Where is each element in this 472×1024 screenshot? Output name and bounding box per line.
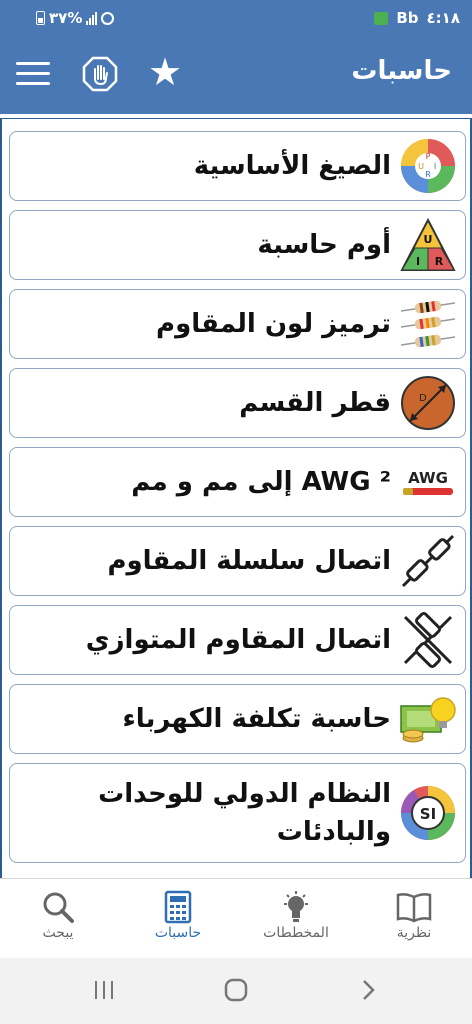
list-item-resistor-color-code[interactable]: ترميز لون المقاوم — [9, 289, 466, 359]
book-icon — [396, 893, 432, 923]
hand-stop-icon[interactable] — [82, 56, 118, 92]
status-right: Bb ٤:١٨ — [374, 9, 460, 27]
search-icon — [43, 892, 74, 923]
diameter-letter: D — [419, 393, 427, 404]
si-icon-text: SI — [420, 805, 436, 823]
status-left: ٣٧% — [36, 9, 115, 27]
list-item-label-line1: النظام الدولي للوحدات — [98, 779, 391, 809]
calculator-list[interactable]: P I R U الصيغ الأساسية U I R أوم حاسبة ت… — [0, 118, 472, 878]
status-time: ٤:١٨ — [426, 9, 460, 27]
bulb-icon — [284, 891, 308, 922]
carrier-badge: Bb — [396, 9, 419, 27]
formula-wheel-icon: P I R U — [401, 139, 455, 193]
list-item-label-line2: والبادئات — [276, 817, 391, 847]
series-resistor-icon — [401, 534, 455, 588]
formula-letter-u: U — [418, 162, 424, 171]
status-bar: ٣٧% Bb ٤:١٨ — [0, 0, 472, 36]
list-item-electricity-cost[interactable]: حاسبة تكلفة الكهرباء — [9, 684, 466, 754]
list-item-label: حاسبة تكلفة الكهرباء — [122, 704, 391, 734]
list-item-basic-formulas[interactable]: P I R U الصيغ الأساسية — [9, 131, 466, 201]
nav-item-diagrams[interactable]: المخططات — [246, 889, 346, 941]
nav-label-calculators: حاسبات — [154, 925, 202, 941]
signal-icon — [86, 11, 98, 25]
nav-label-search: يبحث — [42, 925, 74, 941]
si-units-icon: SI — [401, 786, 455, 840]
list-item-label: اتصال المقاوم المتوازي — [85, 625, 391, 655]
battery-percent: ٣٧% — [49, 9, 83, 27]
star-icon[interactable]: ★ — [148, 52, 182, 92]
ohm-triangle-icon: U I R — [400, 217, 456, 271]
list-item-series-resistors[interactable]: اتصال سلسلة المقاوم — [9, 526, 466, 596]
menu-icon[interactable] — [16, 62, 50, 88]
system-navigation-bar — [0, 958, 472, 1024]
list-item-label: AWG ² إلى مم و مم — [131, 467, 391, 497]
back-icon[interactable] — [356, 978, 380, 1002]
page-title: حاسبات — [351, 56, 452, 86]
awg-icon-text: AWG — [408, 469, 448, 487]
list-item-label: ترميز لون المقاوم — [156, 309, 391, 339]
formula-letter-r: R — [425, 170, 431, 179]
home-icon[interactable] — [224, 978, 248, 1002]
ohm-letter-u: U — [424, 233, 433, 246]
awg-cable-icon: AWG — [403, 469, 453, 495]
nav-label-theory: نظرية — [396, 925, 432, 941]
list-item-si-units[interactable]: SI النظام الدولي للوحدات والبادئات — [9, 763, 466, 863]
list-item-label: أوم حاسبة — [257, 230, 391, 260]
recent-apps-icon[interactable] — [92, 978, 116, 1002]
app-bar: ★ حاسبات — [0, 36, 472, 114]
battery-icon — [36, 11, 45, 25]
cross-section-diameter-icon: D — [401, 376, 455, 430]
list-item-section-diameter[interactable]: D قطر القسم — [9, 368, 466, 438]
list-item-parallel-resistors[interactable]: اتصال المقاوم المتوازي — [9, 605, 466, 675]
resistor-color-icon — [400, 300, 456, 348]
formula-letter-i: I — [434, 162, 436, 171]
list-item-ohm-calculator[interactable]: U I R أوم حاسبة — [9, 210, 466, 280]
electricity-cost-icon — [400, 697, 456, 743]
list-item-label: قطر القسم — [239, 388, 391, 418]
nav-item-search[interactable]: يبحث — [8, 889, 108, 941]
notification-app-icon — [374, 11, 389, 25]
bottom-navigation: يبحث حاسبات المخططات نظرية — [0, 878, 472, 958]
formula-letter-p: P — [426, 152, 431, 161]
parallel-resistor-icon — [403, 612, 453, 668]
nav-item-theory[interactable]: نظرية — [364, 889, 464, 941]
calculator-icon — [164, 890, 192, 924]
list-item-label: اتصال سلسلة المقاوم — [107, 546, 391, 576]
alarm-icon — [101, 11, 115, 25]
list-item-awg-converter[interactable]: AWG AWG ² إلى مم و مم — [9, 447, 466, 517]
nav-label-diagrams: المخططات — [263, 925, 329, 941]
list-item-label: النظام الدولي للوحدات والبادئات — [98, 775, 391, 851]
ohm-letter-r: R — [435, 255, 444, 268]
ohm-letter-i: I — [416, 255, 420, 268]
nav-item-calculators[interactable]: حاسبات — [128, 889, 228, 941]
list-item-label: الصيغ الأساسية — [193, 151, 391, 181]
